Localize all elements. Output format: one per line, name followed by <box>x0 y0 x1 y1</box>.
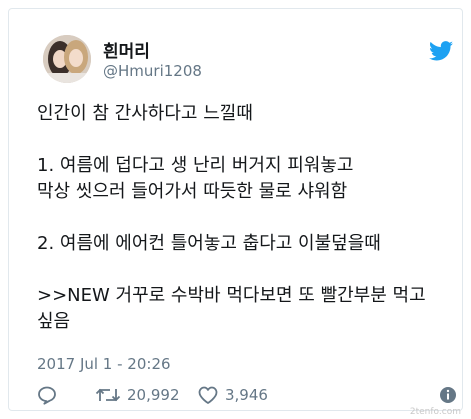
info-icon <box>440 387 456 403</box>
reply-icon <box>38 386 56 405</box>
twitter-bird-icon[interactable] <box>429 41 453 61</box>
retweet-icon <box>95 388 121 402</box>
tweet-line: 2. 여름에 에어컨 틀어놓고 춥다고 이불덮을때 <box>37 233 381 254</box>
user-handle[interactable]: @Hmuri1208 <box>103 62 202 80</box>
tweet-line: >>NEW 거꾸로 수박바 먹다보면 또 빨간부분 먹고 <box>37 285 426 306</box>
like-count: 3,946 <box>225 386 268 404</box>
tweet-timestamp[interactable]: 2017 Jul 1 - 20:26 <box>37 355 171 373</box>
display-name[interactable]: 흰머리 <box>103 37 150 62</box>
tweet-actions: 20,992 3,946 <box>37 383 457 407</box>
reply-button[interactable] <box>37 383 57 407</box>
watermark: 2tenfo.com <box>409 407 461 417</box>
avatar[interactable] <box>43 35 91 83</box>
tweet-line: 인간이 참 간사하다고 느낄때 <box>37 103 253 124</box>
info-button[interactable] <box>439 383 457 407</box>
tweet-text: 인간이 참 간사하다고 느낄때 1. 여름에 덥다고 생 난리 버거지 피워놓고… <box>37 101 457 335</box>
retweet-button[interactable]: 20,992 <box>95 383 180 407</box>
retweet-count: 20,992 <box>127 386 180 404</box>
tweet-line: 1. 여름에 덥다고 생 난리 버거지 피워놓고 <box>37 155 354 176</box>
tweet-line: 막상 씻으러 들어가서 따듯한 물로 샤워함 <box>37 181 348 202</box>
like-button[interactable]: 3,946 <box>197 383 268 407</box>
heart-icon <box>198 386 218 404</box>
tweet-card: 흰머리 @Hmuri1208 인간이 참 간사하다고 느낄때 1. 여름에 덥다… <box>8 8 463 411</box>
tweet-line: 싶음 <box>37 311 71 332</box>
